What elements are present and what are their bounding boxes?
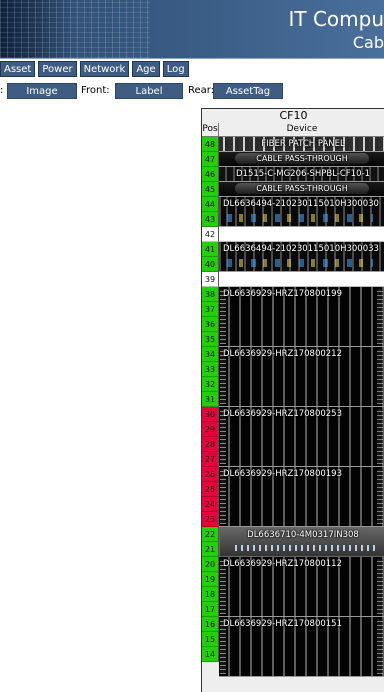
rack-device-label: DL6636494-210230115010H3000337 bbox=[223, 244, 379, 254]
rack-device-30[interactable]: DL6636929-HRZ170800253 bbox=[219, 407, 384, 467]
rack-device-46[interactable]: D1515-C-MG206-SHPBL-CF10-1 bbox=[219, 167, 384, 182]
rack-position-45: 45 bbox=[202, 182, 219, 197]
rack-position-39: 39 bbox=[202, 272, 219, 287]
rack-position-46: 46 bbox=[202, 167, 219, 182]
rear-assettag-button[interactable]: AssetTag bbox=[213, 83, 283, 99]
rack-device-44[interactable]: DL6636494-210230115010H3000306 bbox=[219, 197, 384, 227]
rack-position-16: 16 bbox=[202, 617, 219, 632]
rack-position-31: 31 bbox=[202, 392, 219, 407]
rack-position-33: 33 bbox=[202, 362, 219, 377]
rack-position-48: 48 bbox=[202, 137, 219, 152]
empty-rack-slot-39[interactable] bbox=[219, 272, 384, 287]
front-label-button[interactable]: Label bbox=[115, 83, 183, 99]
rack-position-40: 40 bbox=[202, 257, 219, 272]
device-column-header: Device bbox=[286, 124, 318, 134]
rack-position-14: 14 bbox=[202, 647, 219, 662]
tab-age[interactable]: Age bbox=[132, 61, 160, 77]
rack-device-label: DL6636929-HRZ170800253 bbox=[223, 409, 342, 419]
rack-position-21: 21 bbox=[202, 542, 219, 557]
application-header: IT Compu Cab bbox=[0, 0, 384, 59]
rack-device-label: D1515-C-MG206-SHPBL-CF10-1 bbox=[236, 169, 370, 179]
rack-position-17: 17 bbox=[202, 602, 219, 617]
rack-device-45[interactable]: CABLE PASS-THROUGH bbox=[219, 182, 384, 197]
tab-asset[interactable]: Asset bbox=[0, 61, 36, 77]
rack-position-32: 32 bbox=[202, 377, 219, 392]
rack-device-label: FIBER PATCH PANEL bbox=[261, 139, 345, 149]
inventory-tabs: Asset Power Network Age Log bbox=[0, 61, 189, 77]
rack-device-22[interactable]: DL6636710-4M0317IN308 bbox=[219, 527, 384, 557]
rack-position-15: 15 bbox=[202, 632, 219, 647]
rack-inventory-page: IT Compu Cab Asset Power Network Age Log… bbox=[0, 0, 384, 692]
rack-position-34: 34 bbox=[202, 347, 219, 362]
rack-device-47[interactable]: CABLE PASS-THROUGH bbox=[219, 152, 384, 167]
tab-network[interactable]: Network bbox=[79, 61, 130, 77]
rack-device-label: CABLE PASS-THROUGH bbox=[235, 183, 369, 194]
rack-device-label: DL6636929-HRZ170800212 bbox=[223, 349, 342, 359]
rack-position-23: 23 bbox=[202, 512, 219, 527]
tab-log[interactable]: Log bbox=[162, 61, 189, 77]
rack-position-18: 18 bbox=[202, 587, 219, 602]
rack-position-26: 26 bbox=[202, 467, 219, 482]
rack-position-22: 22 bbox=[202, 527, 219, 542]
rack-position-37: 37 bbox=[202, 302, 219, 317]
rack-position-43: 43 bbox=[202, 212, 219, 227]
rack-elevation: CF10 Pos Device 48 47 46 45 44 43 42 41 40 39 38 37… bbox=[201, 108, 384, 692]
image-view-button[interactable]: Image bbox=[7, 83, 77, 99]
page-title-line-2: Cab bbox=[352, 33, 384, 52]
rack-device-label: DL6636494-210230115010H3000306 bbox=[223, 199, 379, 209]
rack-position-30: 30 bbox=[202, 407, 219, 422]
rack-device-label: DL6636929-HRZ170800151 bbox=[223, 619, 342, 629]
rack-column-headers: Pos Device bbox=[202, 123, 384, 137]
rack-device-label: DL6636929-HRZ170800112 bbox=[223, 559, 342, 569]
rack-device-38[interactable]: DL6636929-HRZ170800199 bbox=[219, 287, 384, 347]
rack-position-44: 44 bbox=[202, 197, 219, 212]
view-options: : Image Front: Label Rear: AssetTag bbox=[0, 82, 384, 100]
rack-position-29: 29 bbox=[202, 422, 219, 437]
rack-position-20: 20 bbox=[202, 557, 219, 572]
empty-rack-slot-42[interactable] bbox=[219, 227, 384, 242]
rack-position-38: 38 bbox=[202, 287, 219, 302]
rack-device-48[interactable]: FIBER PATCH PANEL bbox=[219, 137, 384, 152]
server-room-header-image bbox=[0, 0, 150, 58]
front-view-label: Front: bbox=[81, 85, 110, 96]
rack-device-26[interactable]: DL6636929-HRZ170800193 bbox=[219, 467, 384, 527]
rack-position-24: 24 bbox=[202, 497, 219, 512]
rack-position-47: 47 bbox=[202, 152, 219, 167]
rack-name: CF10 bbox=[202, 109, 384, 124]
rack-device-16[interactable]: DL6636929-HRZ170800151 bbox=[219, 617, 384, 677]
left-view-label: : bbox=[0, 85, 4, 96]
rack-position-35: 35 bbox=[202, 332, 219, 347]
rack-device-label: DL6636929-HRZ170800193 bbox=[223, 469, 342, 479]
rack-position-19: 19 bbox=[202, 572, 219, 587]
rack-device-label: DL6636929-HRZ170800199 bbox=[223, 289, 342, 299]
rack-device-20[interactable]: DL6636929-HRZ170800112 bbox=[219, 557, 384, 617]
rack-device-34[interactable]: DL6636929-HRZ170800212 bbox=[219, 347, 384, 407]
rack-position-27: 27 bbox=[202, 452, 219, 467]
rack-position-42: 42 bbox=[202, 227, 219, 242]
page-title-line-1: IT Compu bbox=[288, 7, 384, 31]
rack-position-28: 28 bbox=[202, 437, 219, 452]
rack-device-41[interactable]: DL6636494-210230115010H3000337 bbox=[219, 242, 384, 272]
rack-position-25: 25 bbox=[202, 482, 219, 497]
rack-device-label: DL6636710-4M0317IN308 bbox=[247, 530, 359, 540]
tab-power[interactable]: Power bbox=[38, 61, 77, 77]
position-column-header: Pos bbox=[202, 123, 219, 136]
rack-device-label: CABLE PASS-THROUGH bbox=[235, 153, 369, 164]
rack-position-41: 41 bbox=[202, 242, 219, 257]
rack-position-36: 36 bbox=[202, 317, 219, 332]
